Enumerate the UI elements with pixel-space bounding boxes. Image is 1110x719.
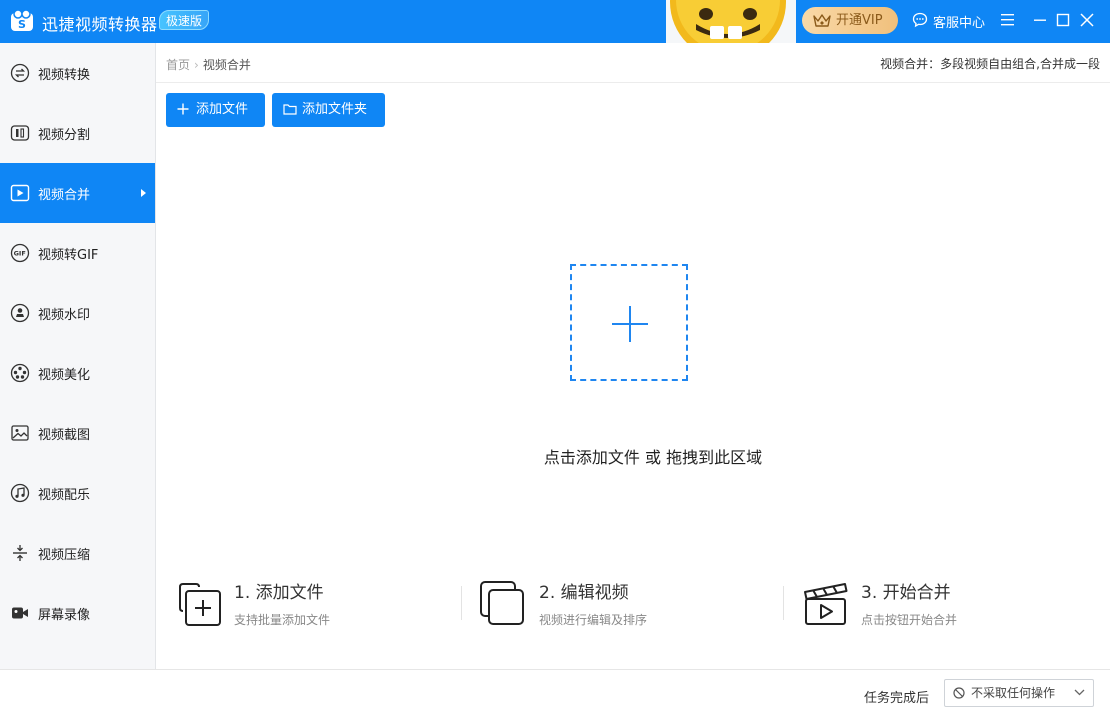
sidebar-item-label: 视频合并	[38, 188, 91, 203]
merge-icon	[10, 184, 30, 202]
sidebar-item-label: 视频转GIF	[38, 248, 99, 263]
add-file-button[interactable]: 添加文件	[166, 93, 265, 127]
step-title: 2. 编辑视频	[539, 583, 629, 603]
step-desc: 支持批量添加文件	[234, 613, 331, 627]
sidebar-item-label: 视频压缩	[38, 548, 91, 563]
breadcrumb-home[interactable]: 首页	[166, 58, 190, 72]
music-icon	[10, 483, 30, 503]
chevron-down-icon	[1074, 689, 1085, 696]
drop-hint-label: 点击添加文件 或 拖拽到此区域	[543, 448, 763, 467]
maximize-icon[interactable]	[1054, 11, 1072, 29]
sidebar-item-record[interactable]: 屏幕录像	[0, 583, 155, 643]
sidebar-item-music[interactable]: 视频配乐	[0, 463, 155, 523]
add-folder-button[interactable]: 添加文件夹	[272, 93, 385, 127]
drop-hint-text: 点击添加文件 或 拖拽到此区域	[0, 444, 1110, 468]
close-icon[interactable]	[1078, 11, 1096, 29]
add-file-label: 添加文件	[196, 102, 249, 117]
breadcrumb-current: 视频合并	[202, 58, 251, 72]
step-title: 1. 添加文件	[234, 583, 324, 603]
add-files-icon	[179, 583, 221, 626]
sidebar-item-label: 视频分割	[38, 128, 91, 143]
plus-icon	[177, 103, 189, 115]
sidebar-item-merge[interactable]: 视频合并	[0, 163, 155, 223]
step-desc: 视频进行编辑及排序	[539, 613, 648, 627]
sidebar-item-label: 视频转换	[38, 68, 91, 83]
sidebar-item-label: 视频配乐	[38, 488, 91, 503]
menu-icon[interactable]	[999, 11, 1017, 29]
after-task-label: 任务完成后	[864, 691, 930, 706]
sidebar-item-compress[interactable]: 视频压缩	[0, 523, 155, 583]
sidebar-item-split[interactable]: 视频分割	[0, 103, 155, 163]
vip-button[interactable]: 开通VIP	[802, 7, 898, 34]
after-task-value: 不采取任何操作	[971, 686, 1056, 700]
split-icon	[10, 125, 30, 141]
breadcrumb-separator-icon: ›	[194, 58, 199, 72]
sidebar: 视频转换 视频分割 视频合并 GIF 视频转GIF 视频水印 视频美化 视频截图…	[0, 43, 156, 669]
active-arrow-icon	[141, 189, 146, 197]
app-logo-icon: S	[11, 9, 33, 31]
clapper-icon	[804, 583, 848, 625]
title-bar: S 迅捷视频转换器 极速版 开通VIP 客服中心	[0, 0, 1110, 43]
sidebar-item-watermark[interactable]: 视频水印	[0, 283, 155, 343]
breadcrumb: 首页 › 视频合并	[166, 56, 251, 73]
app-title: 迅捷视频转换器	[42, 15, 158, 34]
compress-icon	[13, 545, 27, 561]
drop-zone[interactable]	[570, 264, 688, 381]
svg-text:GIF: GIF	[14, 250, 26, 258]
sidebar-item-label: 视频美化	[38, 368, 91, 383]
step-title: 3. 开始合并	[861, 583, 951, 603]
sidebar-item-convert[interactable]: 视频转换	[0, 43, 155, 103]
beautify-icon	[10, 363, 30, 383]
step-divider	[783, 586, 784, 620]
sidebar-item-label: 视频水印	[38, 308, 91, 323]
mascot-banner[interactable]	[666, 0, 796, 43]
ban-icon	[953, 687, 965, 699]
minimize-icon[interactable]	[1031, 11, 1049, 29]
sidebar-item-gif[interactable]: GIF 视频转GIF	[0, 223, 155, 283]
convert-icon	[10, 63, 30, 83]
customer-service-button[interactable]: 客服中心	[912, 12, 985, 31]
add-plus-icon-bar	[612, 323, 648, 325]
sidebar-item-label: 屏幕录像	[38, 608, 91, 623]
record-icon	[12, 607, 28, 619]
service-label: 客服中心	[933, 16, 986, 31]
watermark-icon	[10, 303, 30, 323]
gif-icon: GIF	[10, 243, 30, 263]
crown-icon	[813, 14, 831, 27]
screenshot-icon	[11, 425, 29, 441]
add-folder-label: 添加文件夹	[302, 102, 368, 117]
vip-label: 开通VIP	[836, 13, 883, 28]
step-divider	[461, 586, 462, 620]
svg-text:S: S	[18, 18, 26, 31]
edition-badge: 极速版	[159, 10, 210, 30]
header-divider	[156, 82, 1110, 83]
step-desc: 点击按钮开始合并	[861, 613, 958, 627]
folder-icon	[283, 104, 297, 115]
edit-video-icon	[480, 581, 524, 625]
mascot-icon	[670, 0, 786, 43]
after-task-select[interactable]: 不采取任何操作	[944, 679, 1094, 707]
sidebar-item-beautify[interactable]: 视频美化	[0, 343, 155, 403]
sidebar-item-label: 视频截图	[38, 428, 91, 443]
chat-icon	[912, 12, 928, 28]
feature-description: 视频合并：多段视频自由组合,合并成一段	[880, 57, 1100, 71]
